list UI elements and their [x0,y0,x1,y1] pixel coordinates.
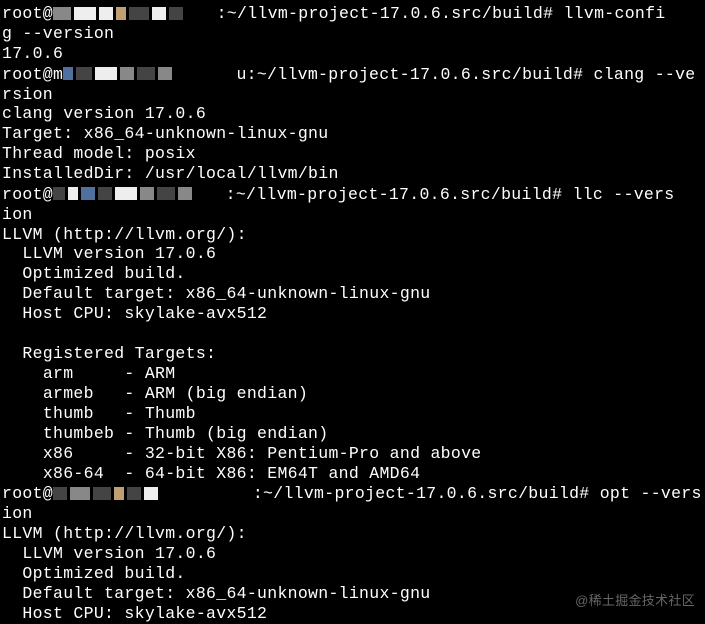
output-line: arm - ARM [2,364,175,383]
prompt-line-1: root@ :~/llvm-project-17.0.6.src/build# … [2,4,666,23]
output-line: Optimized build. [2,564,186,583]
prompt-line-2: root@m u:~/llvm-project-17.0.6.src/build… [2,65,696,84]
output-line: Default target: x86_64-unknown-linux-gnu [2,584,430,603]
output-line: Host CPU: skylake-avx512 [2,604,267,623]
output-line: Registered Targets: [2,344,216,363]
prompt-line-3: root@ :~/llvm-project-17.0.6.src/build# … [2,185,675,204]
watermark-text: @稀土掘金技术社区 [575,593,695,609]
terminal-output[interactable]: root@ :~/llvm-project-17.0.6.src/build# … [2,4,705,624]
output-line: ion [2,504,33,523]
output-line: Host CPU: skylake-avx512 [2,304,267,323]
output-line: ion [2,205,33,224]
output-line: LLVM (http://llvm.org/): [2,524,247,543]
output-line: Optimized build. [2,264,186,283]
redacted-hostname [53,484,161,504]
redacted-hostname [53,184,195,204]
output-line: InstalledDir: /usr/local/llvm/bin [2,164,339,183]
output-line: Target: x86_64-unknown-linux-gnu [2,124,328,143]
prompt-line-4: root@ :~/llvm-project-17.0.6.src/build# … [2,484,702,503]
output-line: x86 - 32-bit X86: Pentium-Pro and above [2,444,481,463]
output-line: g --version [2,24,114,43]
output-line: 17.0.6 [2,44,63,63]
output-line: Default target: x86_64-unknown-linux-gnu [2,284,430,303]
output-line: Thread model: posix [2,144,196,163]
output-line: rsion [2,85,53,104]
output-line: thumbeb - Thumb (big endian) [2,424,328,443]
output-line: LLVM version 17.0.6 [2,544,216,563]
redacted-hostname [53,4,186,24]
redacted-hostname [63,64,175,84]
output-line: LLVM (http://llvm.org/): [2,225,247,244]
output-line: armeb - ARM (big endian) [2,384,308,403]
output-line: LLVM version 17.0.6 [2,244,216,263]
output-line: x86-64 - 64-bit X86: EM64T and AMD64 [2,464,420,483]
output-line: thumb - Thumb [2,404,196,423]
output-line: clang version 17.0.6 [2,104,206,123]
